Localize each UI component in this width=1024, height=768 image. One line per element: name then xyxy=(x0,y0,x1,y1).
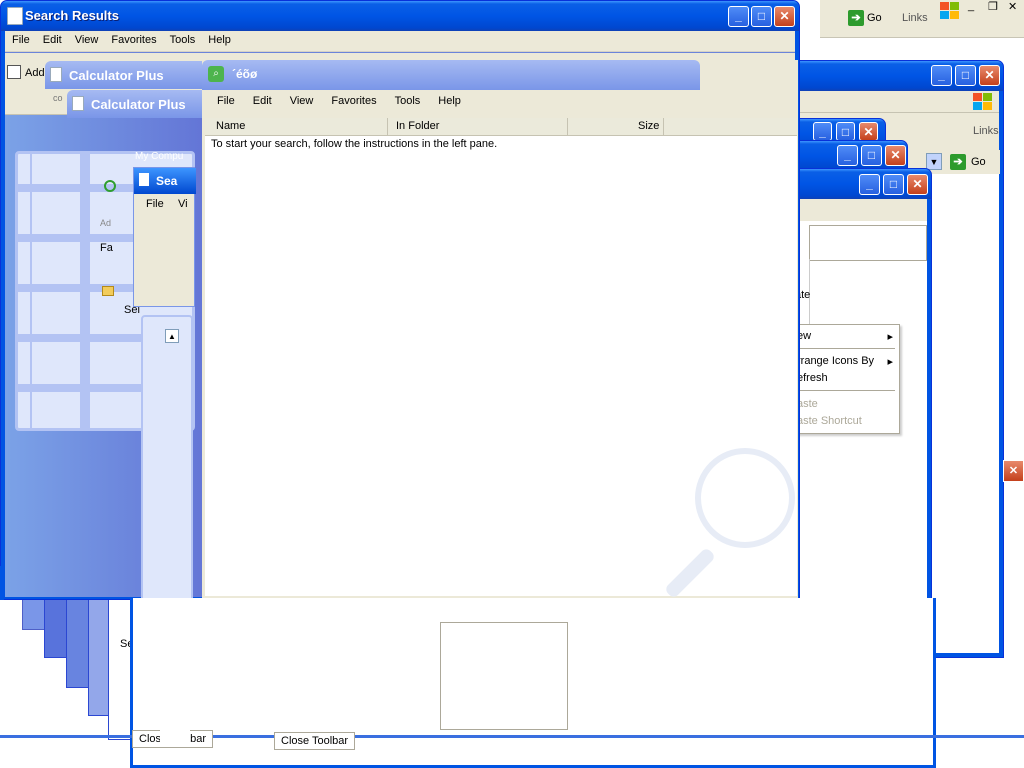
menu-tools[interactable]: Tools xyxy=(163,31,202,46)
green-check-icon xyxy=(104,180,116,192)
title-bar[interactable]: Search Results _ □ ✕ xyxy=(1,1,799,31)
maximize-button[interactable]: □ xyxy=(883,174,904,195)
menu-view[interactable]: View xyxy=(278,90,320,107)
menu-separator xyxy=(795,348,895,349)
menu-favorites[interactable]: Favorites xyxy=(319,90,382,107)
minimize-button[interactable]: _ xyxy=(931,65,952,86)
dropdown-arrow-icon[interactable]: ▼ xyxy=(926,153,942,170)
menu-file[interactable]: File xyxy=(146,198,164,210)
address-go-area: ▼ ➔ Go xyxy=(920,150,1000,174)
maximize-button[interactable]: □ xyxy=(751,6,772,27)
fragment-ad: Ad xyxy=(100,218,112,228)
close-button[interactable]: ✕ xyxy=(774,6,795,27)
column-header-in-folder[interactable]: In Folder xyxy=(396,120,439,132)
windows-flag-icon xyxy=(940,2,964,24)
column-header-name[interactable]: Name xyxy=(216,120,245,132)
menu-item-paste-shortcut: aste Shortcut xyxy=(797,415,862,427)
minimize-button[interactable]: _ xyxy=(837,145,858,166)
window-title: Calculator Plus xyxy=(91,97,186,112)
calculator-plus-window-1: Calculator Plus xyxy=(45,61,209,89)
title-bar[interactable]: ⌕ ´éõø xyxy=(202,60,700,90)
title-bar: Sea xyxy=(134,168,196,194)
sidebar-scroll-panel: ▲ xyxy=(141,315,193,605)
menu-help[interactable]: Help xyxy=(426,90,467,107)
top-right-window-controls[interactable]: _ ❐ ✕ xyxy=(962,0,1024,14)
scroll-up-button[interactable]: ▲ xyxy=(165,329,179,343)
address-fragment: Add xyxy=(25,67,45,79)
go-label[interactable]: Go xyxy=(971,156,986,168)
document-icon xyxy=(50,67,62,82)
toolbar-strip xyxy=(785,199,927,221)
menu-item-view[interactable]: ew ▸ xyxy=(797,330,897,343)
close-button[interactable]: ✕ xyxy=(859,122,878,141)
menu-view[interactable]: View xyxy=(68,31,105,46)
magnifier-watermark-icon xyxy=(695,448,795,548)
window-title: Sea xyxy=(156,174,178,188)
close-toolbar-button[interactable]: Close Toolbar xyxy=(274,732,356,750)
search-sub-window: Sea File Vi xyxy=(133,167,196,307)
maximize-button[interactable]: □ xyxy=(836,122,855,141)
document-icon xyxy=(139,173,149,186)
column-header-row: Name In Folder Size xyxy=(205,118,797,136)
bottom-window-frame-2 xyxy=(130,738,936,768)
menu-file[interactable]: File xyxy=(5,31,36,46)
menu-separator xyxy=(795,390,895,391)
menu-edit[interactable]: Edit xyxy=(241,90,278,107)
address-icon xyxy=(7,65,21,79)
empty-panel xyxy=(440,622,568,730)
menu-item-paste: aste xyxy=(797,398,818,410)
links-label[interactable]: Links xyxy=(902,12,928,24)
calculator-plus-window-2: Calculator Plus xyxy=(67,90,207,118)
go-arrow-icon[interactable]: ➔ xyxy=(950,154,966,170)
menu-bar: File Edit View Favorites Tools Help xyxy=(5,31,795,52)
menu-view[interactable]: Vi xyxy=(178,198,188,210)
empty-panel xyxy=(809,225,927,261)
close-button[interactable]: ✕ xyxy=(979,65,1000,86)
window-title: Search Results xyxy=(25,8,119,23)
minimize-button[interactable]: _ xyxy=(728,6,749,27)
search-icon: ⌕ xyxy=(208,66,224,82)
empty-panel xyxy=(160,716,190,742)
toolbar-strip xyxy=(785,91,999,113)
menu-item-arrange-icons-by[interactable]: rrange Icons By ▸ xyxy=(797,355,897,368)
fragment-co: co xyxy=(53,93,63,103)
close-button[interactable]: ✕ xyxy=(885,145,906,166)
empty-panel xyxy=(809,259,927,333)
go-label[interactable]: Go xyxy=(867,12,882,24)
search-window-inner: ⌕ ´éõø File Edit View Favorites Tools Help Na… xyxy=(202,60,798,600)
minimize-button[interactable]: _ xyxy=(859,174,880,195)
window-title: ´éõø xyxy=(232,67,258,81)
menu-tools[interactable]: Tools xyxy=(383,90,427,107)
go-arrow-icon[interactable]: ➔ xyxy=(848,10,864,26)
fragment-my-computer: My Compu xyxy=(135,151,184,162)
partial-close-button[interactable]: ✕ xyxy=(1003,460,1024,482)
context-menu: ew ▸ rrange Icons By ▸ efresh aste aste Sh… xyxy=(790,324,900,434)
close-button[interactable]: ✕ xyxy=(907,174,928,195)
menu-bar: File Edit View Favorites Tools Help xyxy=(202,90,798,113)
left-strip-blue xyxy=(0,566,4,600)
results-list: Name In Folder Size To start your search… xyxy=(205,118,797,600)
magnifier-handle xyxy=(663,546,717,600)
document-icon xyxy=(72,96,84,111)
search-instructions-text: To start your search, follow the instruc… xyxy=(211,138,498,150)
menu-help[interactable]: Help xyxy=(201,31,237,46)
maximize-button[interactable]: □ xyxy=(955,65,976,86)
menu-favorites[interactable]: Favorites xyxy=(104,31,162,46)
document-icon xyxy=(7,7,23,25)
fragment-fa: Fa xyxy=(100,242,113,254)
links-label[interactable]: Links xyxy=(973,125,999,137)
menu-edit[interactable]: Edit xyxy=(36,31,68,46)
menu-item-refresh[interactable]: efresh xyxy=(797,372,828,384)
window-title: Calculator Plus xyxy=(69,68,164,83)
minimize-button[interactable]: _ xyxy=(813,122,832,141)
folder-icon xyxy=(102,286,114,296)
windows-flag-icon xyxy=(973,93,993,111)
maximize-button[interactable]: □ xyxy=(861,145,882,166)
menu-file[interactable]: File xyxy=(202,90,241,107)
column-header-size[interactable]: Size xyxy=(638,120,659,132)
